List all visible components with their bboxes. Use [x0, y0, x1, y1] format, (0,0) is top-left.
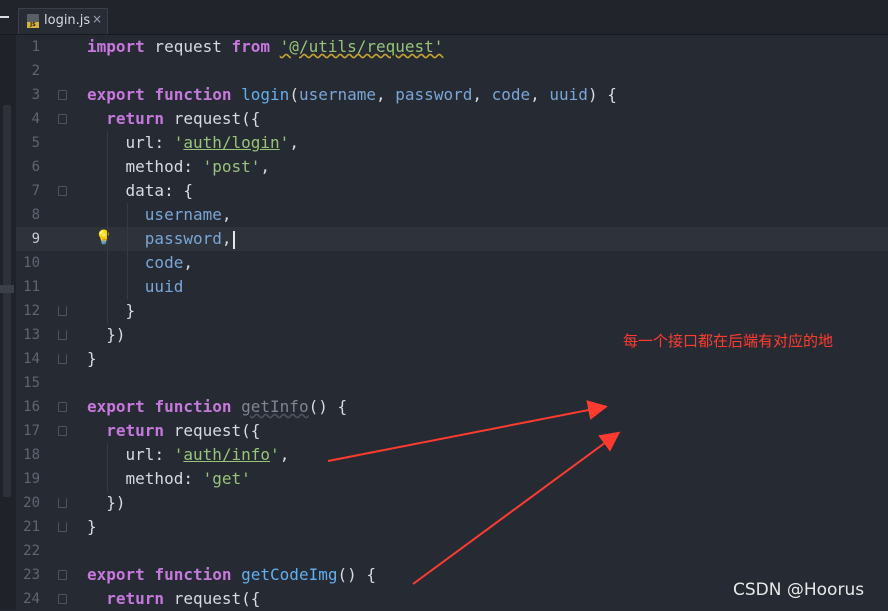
watermark: CSDN @Hoorus: [733, 580, 865, 600]
fold-end-icon[interactable]: [58, 498, 67, 508]
annotation-arrows: [327, 400, 621, 585]
fold-toggle-icon[interactable]: [58, 594, 67, 604]
fold-toggle-icon[interactable]: [58, 90, 67, 100]
arrow-1: [327, 400, 608, 462]
fold-end-icon[interactable]: [58, 522, 67, 532]
fold-toggle-icon[interactable]: [58, 402, 67, 412]
fold-toggle-icon[interactable]: [58, 426, 67, 436]
indent-guide: [107, 443, 108, 491]
fold-end-icon[interactable]: [58, 330, 67, 340]
fold-toggle-icon[interactable]: [58, 186, 67, 196]
fold-end-icon[interactable]: [58, 306, 67, 316]
arrow-2: [412, 431, 621, 585]
annotation-note: 每一个接口都在后端有对应的地: [623, 332, 834, 350]
fold-end-icon[interactable]: [58, 354, 67, 364]
fold-toggle-icon[interactable]: [58, 570, 67, 580]
fold-toggle-icon[interactable]: [58, 114, 67, 124]
indent-guide: [127, 203, 128, 299]
indent-guide: [107, 131, 108, 323]
